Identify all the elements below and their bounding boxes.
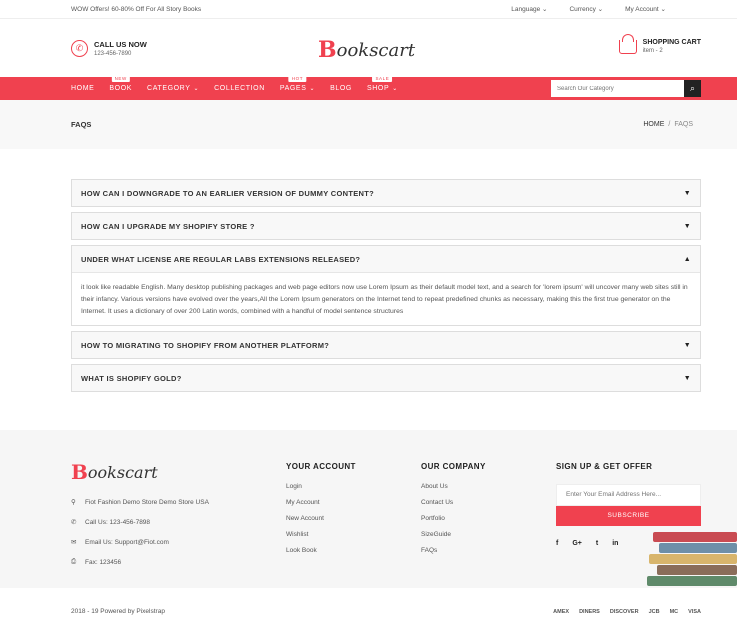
breadcrumb-current: FAQS xyxy=(674,121,693,128)
nav-item-pages[interactable]: HOT PAGES ⌄ xyxy=(280,75,316,92)
breadcrumb-section: FAQS HOME / FAQS xyxy=(0,100,737,149)
footer: Bookscart ⚲ Fiot Fashion Demo Store Demo … xyxy=(0,430,737,588)
caret-up-icon: ▲ xyxy=(683,255,691,263)
link-new-account[interactable]: New Account xyxy=(286,515,356,522)
mastercard-icon: MC xyxy=(669,608,679,615)
link-faqs[interactable]: FAQs xyxy=(421,547,486,554)
amex-icon: AMEX xyxy=(553,608,570,615)
address: Fiot Fashion Demo Store Demo Store USA xyxy=(85,498,209,506)
top-bar: WOW Offers! 60-80% Off For All Story Boo… xyxy=(0,0,737,19)
company-title: OUR COMPANY xyxy=(421,462,486,471)
link-wishlist[interactable]: Wishlist xyxy=(286,531,356,538)
link-contact-us[interactable]: Contact Us xyxy=(421,499,486,506)
sale-badge: SALE xyxy=(372,75,393,82)
basket-icon xyxy=(618,33,637,54)
footer-logo[interactable]: Bookscart xyxy=(71,460,209,484)
search-icon[interactable]: ⌕ xyxy=(684,80,701,97)
instagram-icon[interactable]: in xyxy=(612,540,618,547)
caret-down-icon: ▼ xyxy=(683,374,691,382)
facebook-icon[interactable]: f xyxy=(556,540,558,547)
faq-question[interactable]: WHAT IS SHOPIFY GOLD? ▼ xyxy=(72,365,700,392)
call-number: 123-456-7890 xyxy=(94,50,132,57)
email-icon: ✉ xyxy=(71,539,77,546)
nav-item-collection[interactable]: COLLECTION xyxy=(214,85,265,92)
offer-text: WOW Offers! 60-80% Off For All Story Boo… xyxy=(71,5,202,13)
diners-icon: DINERS xyxy=(579,608,600,615)
nav-item-book[interactable]: NEW BOOK xyxy=(109,75,132,92)
chevron-down-icon: ⌄ xyxy=(392,86,398,92)
currency-dropdown[interactable]: Currency ⌄ xyxy=(569,5,603,13)
phone-icon: ✆ xyxy=(71,39,88,57)
cart-count: item - 2 xyxy=(642,48,663,54)
chevron-down-icon: ⌄ xyxy=(309,86,316,92)
call-us[interactable]: ✆ CALL US NOW 123-456-7890 xyxy=(71,39,147,57)
faq-question[interactable]: HOW TO MIGRATING TO SHOPIFY FROM ANOTHER… xyxy=(72,332,700,359)
signup-title: SIGN UP & GET OFFER xyxy=(556,462,653,471)
faq-item: WHAT IS SHOPIFY GOLD? ▼ xyxy=(71,364,701,393)
top-menus: Language ⌄ Currency ⌄ My Account ⌄ xyxy=(511,5,666,13)
breadcrumb: HOME / FAQS xyxy=(643,121,693,128)
nav-item-shop[interactable]: SALE SHOP ⌄ xyxy=(367,75,398,92)
new-badge: NEW xyxy=(111,75,130,82)
my-account-dropdown[interactable]: My Account ⌄ xyxy=(625,5,666,13)
shopping-cart[interactable]: SHOPPING CART item - 2 xyxy=(618,33,701,54)
call-title: CALL US NOW xyxy=(94,39,147,49)
nav-item-category[interactable]: CATEGORY ⌄ xyxy=(147,85,199,92)
footer-company: OUR COMPANY About Us Contact Us Portfoli… xyxy=(421,462,486,563)
chevron-down-icon: ⌄ xyxy=(193,86,200,92)
phone-icon: ✆ xyxy=(71,519,77,526)
faq-item: HOW CAN I DOWNGRADE TO AN EARLIER VERSIO… xyxy=(71,179,701,207)
breadcrumb-home[interactable]: HOME xyxy=(643,121,664,128)
footer-account: YOUR ACCOUNT Login My Account New Accoun… xyxy=(286,462,356,563)
link-portfolio[interactable]: Portfolio xyxy=(421,515,486,522)
bottom-bar: 2018 - 19 Powered by Pixelstrap AMEX DIN… xyxy=(0,588,737,635)
phone: Call Us: 123-456-7898 xyxy=(85,518,151,526)
faq-item: HOW TO MIGRATING TO SHOPIFY FROM ANOTHER… xyxy=(71,331,701,360)
logo[interactable]: Bookscart xyxy=(318,37,415,63)
discover-icon: DISCOVER xyxy=(609,608,639,615)
twitter-icon[interactable]: t xyxy=(596,540,598,547)
newsletter-email-input[interactable] xyxy=(556,483,701,506)
account-title: YOUR ACCOUNT xyxy=(286,462,356,471)
copyright: 2018 - 19 Powered by Pixelstrap xyxy=(71,608,165,615)
caret-down-icon: ▼ xyxy=(683,341,691,349)
search-box: ⌕ xyxy=(551,80,701,97)
email: Email Us: Support@Fiot.com xyxy=(85,538,169,546)
subscribe-button[interactable]: SUBSCRIBE xyxy=(556,505,701,526)
page-title: FAQS xyxy=(71,120,92,129)
link-about-us[interactable]: About Us xyxy=(421,483,486,490)
hot-badge: HOT xyxy=(288,75,307,82)
faq-question[interactable]: UNDER WHAT LICENSE ARE REGULAR LABS EXTE… xyxy=(72,246,700,272)
faq-answer: it look like readable English. Many desk… xyxy=(72,272,700,326)
link-size-guide[interactable]: SizeGuide xyxy=(421,531,486,538)
caret-down-icon: ▼ xyxy=(683,189,691,197)
nav-item-blog[interactable]: BLOG xyxy=(330,85,352,92)
footer-contact: Bookscart ⚲ Fiot Fashion Demo Store Demo … xyxy=(71,460,209,578)
google-plus-icon[interactable]: G+ xyxy=(572,540,582,547)
payment-icons: AMEX DINERS DISCOVER JCB MC VISA xyxy=(553,609,701,615)
faq-question[interactable]: HOW CAN I UPGRADE MY SHOPIFY STORE ? ▼ xyxy=(72,213,700,239)
books-illustration xyxy=(645,526,737,588)
jcb-icon: JCB xyxy=(648,608,660,615)
faq-list: HOW CAN I DOWNGRADE TO AN EARLIER VERSIO… xyxy=(0,149,737,393)
link-look-book[interactable]: Look Book xyxy=(286,547,356,554)
fax: Fax: 123456 xyxy=(85,558,122,566)
faq-question[interactable]: HOW CAN I DOWNGRADE TO AN EARLIER VERSIO… xyxy=(72,180,700,206)
header: ✆ CALL US NOW 123-456-7890 Bookscart SHO… xyxy=(0,19,737,77)
link-my-account[interactable]: My Account xyxy=(286,499,356,506)
visa-icon: VISA xyxy=(688,608,701,615)
language-dropdown[interactable]: Language ⌄ xyxy=(511,5,547,13)
faq-item: UNDER WHAT LICENSE ARE REGULAR LABS EXTE… xyxy=(71,245,701,327)
main-nav: HOME NEW BOOK CATEGORY ⌄ COLLECTION HOT PAG… xyxy=(0,75,737,100)
search-input[interactable] xyxy=(551,80,684,97)
link-login[interactable]: Login xyxy=(286,483,356,490)
nav-item-home[interactable]: HOME xyxy=(71,85,94,92)
caret-down-icon: ▼ xyxy=(683,222,691,230)
fax-icon: ⎙ xyxy=(71,558,77,565)
location-icon: ⚲ xyxy=(71,499,76,506)
faq-item: HOW CAN I UPGRADE MY SHOPIFY STORE ? ▼ xyxy=(71,212,701,240)
cart-title: SHOPPING CART xyxy=(642,39,701,46)
